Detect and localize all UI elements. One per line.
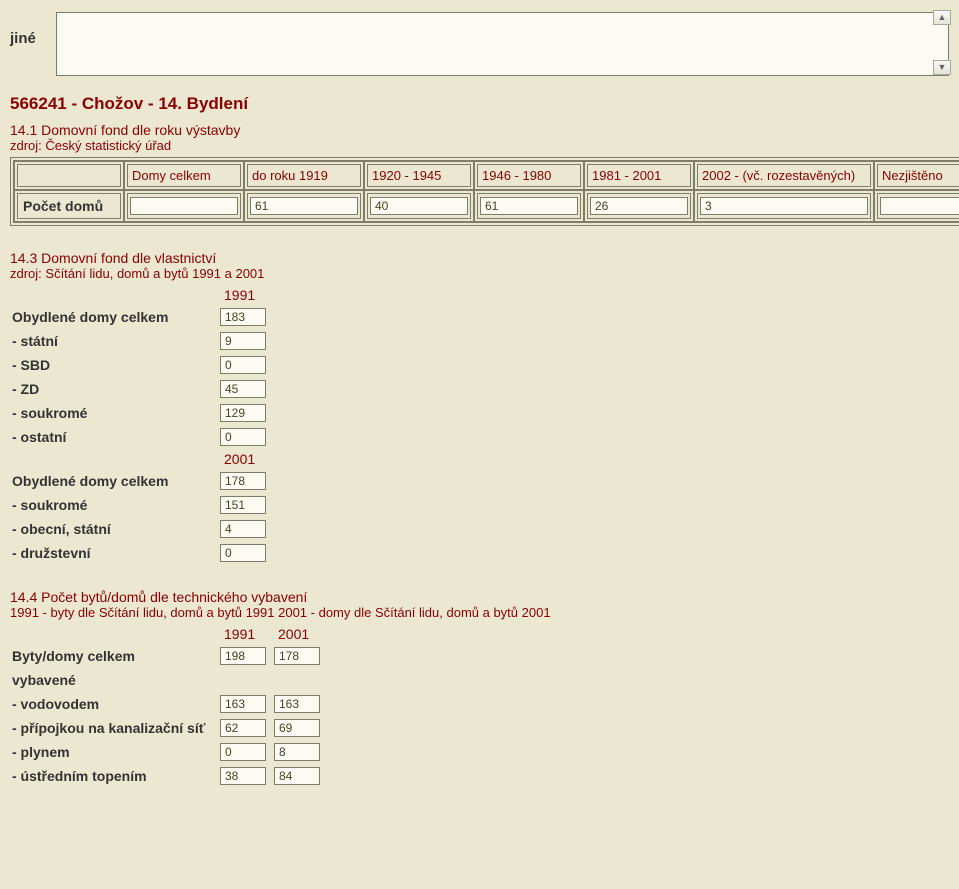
row-label: - SBD (10, 353, 220, 377)
spinner-down-icon[interactable]: ▼ (933, 60, 951, 75)
section-14-4-title: 14.4 Počet bytů/domů dle technického vyb… (10, 589, 949, 605)
section-14-1-title: 14.1 Domovní fond dle roku výstavby (10, 122, 949, 138)
note-wrap: ▲ ▼ (56, 12, 949, 76)
table-row: Počet domů 61 40 61 26 3 (14, 190, 959, 222)
value-cell[interactable]: 0 (220, 544, 266, 562)
table-row: - soukromé151 (10, 493, 266, 517)
row-label: - vodovodem (10, 692, 220, 716)
col-header: 1946 - 1980 (474, 161, 584, 190)
value-cell[interactable]: 62 (220, 719, 266, 737)
table-14-4: 1991 2001 Byty/domy celkem 198 178 vybav… (10, 624, 320, 788)
table-row: Byty/domy celkem 198 178 (10, 644, 320, 668)
row-label: - družstevní (10, 541, 220, 565)
col-header: 1981 - 2001 (584, 161, 694, 190)
row-label: - obecní, státní (10, 517, 220, 541)
table-row: Obydlené domy celkem178 (10, 469, 266, 493)
col-header: 2002 - (vč. rozestavěných) (694, 161, 874, 190)
col-header: 1920 - 1945 (364, 161, 474, 190)
table-row: - vodovodem 163 163 (10, 692, 320, 716)
value-cell[interactable]: 45 (220, 380, 266, 398)
value-cell[interactable]: 163 (274, 695, 320, 713)
row-label: - přípojkou na kanalizační síť (10, 716, 220, 740)
col-header: Nezjištěno (874, 161, 959, 190)
value-cell[interactable]: 0 (220, 428, 266, 446)
table-row: Obydlené domy celkem183 (10, 305, 266, 329)
table-row: vybavené (10, 668, 320, 692)
value-cell[interactable]: 3 (700, 197, 868, 215)
table-row: Domy celkem do roku 1919 1920 - 1945 194… (14, 161, 959, 190)
year-header: 2001 (220, 449, 266, 469)
row-label: - ostatní (10, 425, 220, 449)
year-header: 1991 (220, 285, 266, 305)
row-label: Počet domů (14, 190, 124, 222)
value-cell[interactable]: 0 (220, 356, 266, 374)
section-14-3-source: zdroj: Sčítání lidu, domů a bytů 1991 a … (10, 266, 949, 281)
row-label: Obydlené domy celkem (10, 305, 220, 329)
table-row: - družstevní0 (10, 541, 266, 565)
row-label: - ZD (10, 377, 220, 401)
value-cell[interactable]: 69 (274, 719, 320, 737)
spinner-up-icon[interactable]: ▲ (933, 10, 951, 25)
heading-jine: jiné (10, 12, 36, 47)
section-14-3-title: 14.3 Domovní fond dle vlastnictví (10, 250, 949, 266)
row-label: - plynem (10, 740, 220, 764)
table-14-1: Domy celkem do roku 1919 1920 - 1945 194… (10, 157, 959, 226)
value-cell[interactable]: 38 (220, 767, 266, 785)
value-cell[interactable]: 198 (220, 647, 266, 665)
year-header: 2001 (266, 624, 320, 644)
table-row: - SBD0 (10, 353, 266, 377)
page-title: 566241 - Chožov - 14. Bydlení (10, 94, 949, 114)
table-row: - obecní, státní4 (10, 517, 266, 541)
table-row: - státní9 (10, 329, 266, 353)
table-row: - ZD45 (10, 377, 266, 401)
table-row: - plynem 0 8 (10, 740, 320, 764)
value-cell[interactable]: 183 (220, 308, 266, 326)
value-cell[interactable]: 151 (220, 496, 266, 514)
section-14-4-source: 1991 - byty dle Sčítání lidu, domů a byt… (10, 605, 949, 620)
value-cell[interactable]: 0 (220, 743, 266, 761)
table-row: - ostatní0 (10, 425, 266, 449)
col-header: do roku 1919 (244, 161, 364, 190)
row-label: - soukromé (10, 493, 220, 517)
value-cell[interactable]: 61 (480, 197, 578, 215)
value-cell[interactable]: 40 (370, 197, 468, 215)
value-cell[interactable]: 178 (274, 647, 320, 665)
table-row: - soukromé129 (10, 401, 266, 425)
value-cell[interactable]: 4 (220, 520, 266, 538)
row-label: vybavené (10, 668, 220, 692)
table-row: - ústředním topením 38 84 (10, 764, 320, 788)
value-cell[interactable]: 163 (220, 695, 266, 713)
table-row: - přípojkou na kanalizační síť 62 69 (10, 716, 320, 740)
value-cell[interactable]: 61 (250, 197, 358, 215)
row-label: - ústředním topením (10, 764, 220, 788)
row-label: Byty/domy celkem (10, 644, 220, 668)
row-label: Obydlené domy celkem (10, 469, 220, 493)
table-14-3-y1991: 1991 Obydlené domy celkem183 - státní9 -… (10, 285, 266, 565)
row-label: - státní (10, 329, 220, 353)
section-14-1-source: zdroj: Český statistický úřad (10, 138, 949, 153)
value-cell[interactable]: 26 (590, 197, 688, 215)
value-cell[interactable] (130, 197, 238, 215)
value-cell[interactable]: 8 (274, 743, 320, 761)
col-header: Domy celkem (124, 161, 244, 190)
year-header: 1991 (220, 624, 266, 644)
table-corner (14, 161, 124, 190)
top-bar: jiné ▲ ▼ (10, 12, 949, 76)
row-label: - soukromé (10, 401, 220, 425)
value-cell[interactable]: 129 (220, 404, 266, 422)
value-cell[interactable]: 84 (274, 767, 320, 785)
value-cell[interactable] (880, 197, 959, 215)
value-cell[interactable]: 9 (220, 332, 266, 350)
note-spinner: ▲ ▼ (933, 10, 951, 25)
note-textarea[interactable] (56, 12, 949, 76)
value-cell[interactable]: 178 (220, 472, 266, 490)
